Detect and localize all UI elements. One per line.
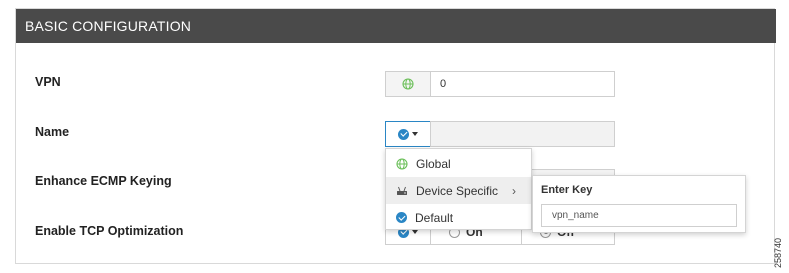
- globe-icon: [402, 78, 414, 90]
- menu-item-global[interactable]: Global: [386, 150, 531, 177]
- enable-tcp-optimization-label: Enable TCP Optimization: [35, 224, 184, 238]
- enhance-ecmp-keying-label: Enhance ECMP Keying: [35, 174, 172, 188]
- device-key-input[interactable]: vpn_name: [541, 204, 737, 227]
- vpn-label: VPN: [35, 75, 61, 89]
- menu-item-label: Device Specific: [416, 183, 499, 198]
- chevron-right-icon: ›: [512, 183, 517, 198]
- enter-key-title: Enter Key: [541, 184, 593, 196]
- name-scope-dropdown[interactable]: [385, 121, 431, 147]
- globe-icon: [396, 157, 408, 170]
- vpn-input[interactable]: 0: [430, 71, 615, 97]
- device-specific-submenu: Enter Key vpn_name: [532, 175, 746, 233]
- router-icon: [397, 186, 407, 195]
- name-input[interactable]: [430, 121, 615, 147]
- figure-number-text: 258740: [773, 237, 784, 269]
- vpn-scope-button[interactable]: [385, 71, 431, 97]
- name-label: Name: [35, 125, 70, 139]
- menu-item-default[interactable]: Default: [386, 204, 531, 231]
- menu-item-device-specific[interactable]: Device Specific ›: [386, 177, 531, 204]
- check-circle-icon: [396, 212, 407, 223]
- panel-title: BASIC CONFIGURATION: [16, 9, 776, 43]
- menu-item-label: Global: [416, 156, 451, 171]
- figure-number: 258740: [773, 238, 785, 270]
- menu-item-label: Default: [415, 210, 454, 225]
- scope-menu: Global Device Specific › Default: [385, 148, 532, 230]
- check-circle-icon: [398, 128, 409, 140]
- chevron-down-icon: [412, 132, 418, 136]
